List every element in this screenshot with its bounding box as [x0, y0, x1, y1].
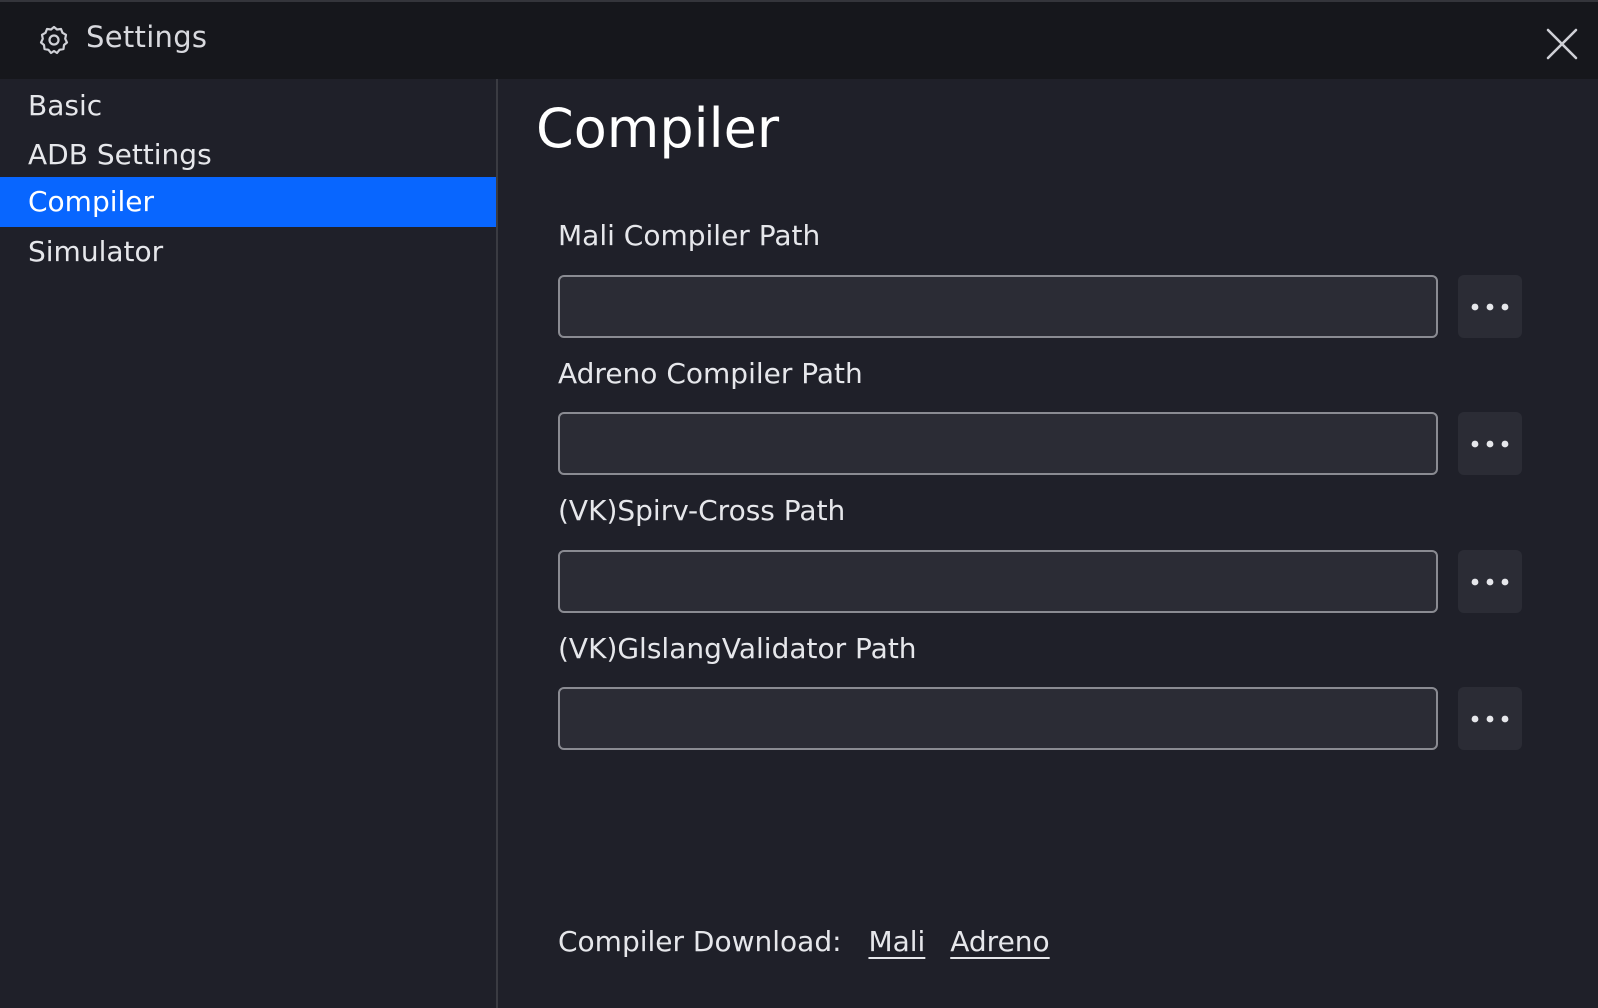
sidebar-item-compiler[interactable]: Compiler	[0, 177, 496, 227]
mali-browse-button[interactable]	[1458, 275, 1522, 338]
more-icon	[1471, 715, 1509, 723]
settings-window: Settings Basic ADB Settings Compiler Sim…	[0, 0, 1598, 1008]
sidebar-item-simulator[interactable]: Simulator	[0, 227, 496, 277]
glslang-validator-path-input[interactable]	[558, 687, 1438, 750]
compiler-download-row: Compiler Download: Mali Adreno	[558, 925, 1050, 958]
more-icon	[1471, 303, 1509, 311]
gear-icon	[39, 25, 69, 55]
mali-download-link[interactable]: Mali	[868, 925, 925, 958]
page-title: Compiler	[536, 97, 780, 160]
spirv-cross-browse-button[interactable]	[1458, 550, 1522, 613]
mali-compiler-path-label: Mali Compiler Path	[558, 219, 821, 252]
sidebar-item-adb-settings[interactable]: ADB Settings	[0, 130, 496, 180]
adreno-download-link[interactable]: Adreno	[950, 925, 1049, 958]
compiler-panel: Compiler Mali Compiler Path Adreno Compi…	[498, 79, 1598, 1008]
sidebar-item-basic[interactable]: Basic	[0, 81, 496, 131]
window-title: Settings	[86, 20, 208, 54]
mali-compiler-path-input[interactable]	[558, 275, 1438, 338]
spirv-cross-path-label: (VK)Spirv-Cross Path	[558, 494, 846, 527]
more-icon	[1471, 578, 1509, 586]
compiler-download-label: Compiler Download:	[558, 925, 842, 958]
glslang-validator-browse-button[interactable]	[1458, 687, 1522, 750]
close-icon[interactable]	[1544, 26, 1580, 62]
glslang-validator-path-label: (VK)GlslangValidator Path	[558, 632, 917, 665]
spirv-cross-path-input[interactable]	[558, 550, 1438, 613]
adreno-browse-button[interactable]	[1458, 412, 1522, 475]
adreno-compiler-path-label: Adreno Compiler Path	[558, 357, 863, 390]
adreno-compiler-path-input[interactable]	[558, 412, 1438, 475]
settings-sidebar: Basic ADB Settings Compiler Simulator	[0, 79, 498, 1008]
title-bar: Settings	[0, 0, 1598, 79]
more-icon	[1471, 440, 1509, 448]
